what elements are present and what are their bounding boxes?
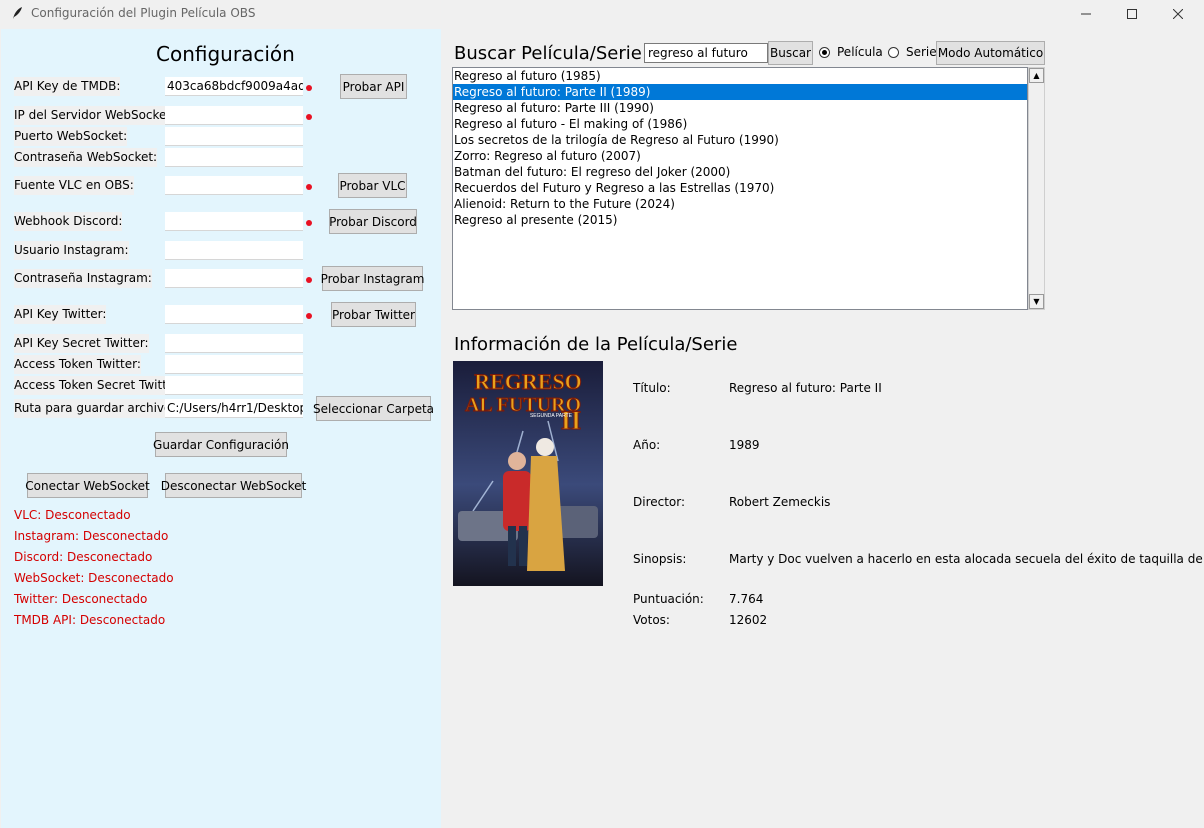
radio-series-label[interactable]: Serie [906, 45, 937, 59]
poster-numeral: II [561, 406, 581, 435]
close-button[interactable] [1155, 0, 1201, 28]
poster-subtitle: SEGUNDA PARTE [530, 413, 573, 419]
info-title: Información de la Película/Serie [454, 334, 738, 355]
search-result-item[interactable]: Regreso al futuro - El making of (1986) [453, 116, 1027, 132]
minimize-icon [1081, 13, 1091, 15]
connect-websocket-button[interactable]: Conectar WebSocket [25, 473, 150, 498]
disconnect-websocket-button[interactable]: Desconectar WebSocket [161, 473, 306, 498]
search-result-item[interactable]: Regreso al presente (2015) [453, 212, 1027, 228]
poster-title-line1: REGRESO [474, 369, 582, 394]
vlc-status: VLC: Desconectado [14, 508, 131, 522]
radio-series[interactable] [888, 47, 899, 58]
twitter-api-key-label: API Key Twitter: [14, 305, 107, 324]
ws-port-label: Puerto WebSocket: [14, 127, 128, 146]
search-input[interactable]: regreso al futuro [644, 43, 768, 63]
info-year-value: 1989 [729, 438, 760, 452]
info-title-label: Título: [633, 381, 671, 395]
discord-status-indicator [306, 220, 312, 226]
window-title: Configuración del Plugin Película OBS [31, 6, 256, 20]
discord-webhook-input[interactable] [165, 212, 303, 231]
radio-movie[interactable] [819, 47, 830, 58]
close-icon [1173, 9, 1183, 19]
info-votes-label: Votos: [633, 613, 670, 627]
twitter-api-secret-input[interactable] [165, 334, 303, 353]
radio-movie-label[interactable]: Película [837, 45, 883, 59]
twitter-api-key-input[interactable] [165, 305, 303, 324]
instagram-status-indicator [306, 277, 312, 283]
websocket-status: WebSocket: Desconectado [14, 571, 174, 585]
twitter-status-indicator [306, 313, 312, 319]
test-vlc-button[interactable]: Probar VLC [338, 173, 407, 198]
info-director-label: Director: [633, 495, 686, 509]
tmdb-status-indicator [306, 85, 312, 91]
instagram-password-label: Contraseña Instagram: [14, 269, 152, 288]
test-api-button[interactable]: Probar API [340, 74, 407, 99]
instagram-password-input[interactable] [165, 269, 303, 288]
tmdb-api-key-label: API Key de TMDB: [14, 77, 121, 96]
twitter-access-secret-input[interactable] [165, 376, 303, 395]
select-folder-button[interactable]: Seleccionar Carpeta [313, 396, 434, 421]
vlc-source-input[interactable] [165, 176, 303, 195]
ws-status-indicator [306, 114, 312, 120]
search-result-item[interactable]: Regreso al futuro (1985) [453, 68, 1027, 84]
vlc-source-label: Fuente VLC en OBS: [14, 176, 134, 195]
minimize-button[interactable] [1063, 0, 1109, 28]
scroll-up-icon[interactable]: ▲ [1029, 68, 1044, 83]
search-label: Buscar Película/Serie: [454, 43, 648, 64]
instagram-status: Instagram: Desconectado [14, 529, 169, 543]
twitter-access-secret-label: Access Token Secret Twitter: [14, 376, 184, 395]
twitter-access-token-label: Access Token Twitter: [14, 355, 141, 374]
twitter-status: Twitter: Desconectado [14, 592, 148, 606]
scroll-down-icon[interactable]: ▼ [1029, 294, 1044, 309]
search-result-item[interactable]: Regreso al futuro: Parte II (1989) [453, 84, 1027, 100]
info-rating-value: 7.764 [729, 592, 764, 606]
save-path-label: Ruta para guardar archivos: [14, 399, 182, 418]
save-path-input[interactable]: C:/Users/h4rr1/Desktop/S [165, 399, 303, 418]
tmdb-status: TMDB API: Desconectado [14, 613, 166, 627]
test-discord-button[interactable]: Probar Discord [329, 209, 417, 234]
info-synopsis-label: Sinopsis: [633, 552, 687, 566]
feather-icon [13, 7, 22, 19]
info-title-value: Regreso al futuro: Parte II [729, 381, 882, 395]
info-director-value: Robert Zemeckis [729, 495, 831, 509]
ws-ip-label: IP del Servidor WebSocket: [14, 106, 176, 125]
save-config-button[interactable]: Guardar Configuración [153, 432, 289, 457]
search-result-item[interactable]: Batman del futuro: El regreso del Joker … [453, 164, 1027, 180]
search-result-item[interactable]: Alienoid: Return to the Future (2024) [453, 196, 1027, 212]
auto-mode-button[interactable]: Modo Automático [936, 41, 1045, 65]
info-synopsis-value: Marty y Doc vuelven a hacerlo en esta al… [729, 552, 1204, 566]
info-rating-label: Puntuación: [633, 592, 704, 606]
instagram-user-label: Usuario Instagram: [14, 241, 129, 260]
search-button[interactable]: Buscar [768, 41, 813, 65]
test-twitter-button[interactable]: Probar Twitter [331, 302, 416, 327]
twitter-api-secret-label: API Key Secret Twitter: [14, 334, 149, 353]
test-instagram-button[interactable]: Probar Instagram [321, 266, 424, 291]
info-year-label: Año: [633, 438, 661, 452]
info-votes-value: 12602 [729, 613, 768, 627]
search-result-item[interactable]: Zorro: Regreso al futuro (2007) [453, 148, 1027, 164]
ws-password-label: Contraseña WebSocket: [14, 148, 158, 167]
ws-port-input[interactable] [165, 127, 303, 146]
movie-poster: REGRESO AL FUTURO II SEGUNDA PARTE [453, 361, 603, 586]
maximize-icon [1127, 9, 1137, 19]
search-result-item[interactable]: Los secretos de la trilogía de Regreso a… [453, 132, 1027, 148]
discord-webhook-label: Webhook Discord: [14, 212, 123, 231]
search-result-item[interactable]: Regreso al futuro: Parte III (1990) [453, 100, 1027, 116]
vlc-status-indicator [306, 184, 312, 190]
config-title: Configuración [156, 42, 295, 66]
tmdb-api-key-input[interactable]: 403ca68bdcf9009a4ad526 [165, 77, 303, 96]
ws-ip-input[interactable] [165, 106, 303, 125]
ws-password-input[interactable] [165, 148, 303, 167]
search-result-item[interactable]: Recuerdos del Futuro y Regreso a las Est… [453, 180, 1027, 196]
search-results-list[interactable]: Regreso al futuro (1985) Regreso al futur… [452, 67, 1028, 310]
discord-status: Discord: Desconectado [14, 550, 153, 564]
maximize-button[interactable] [1109, 0, 1155, 28]
instagram-user-input[interactable] [165, 241, 303, 260]
twitter-access-token-input[interactable] [165, 355, 303, 374]
results-scrollbar[interactable]: ▲ ▼ [1028, 67, 1045, 310]
